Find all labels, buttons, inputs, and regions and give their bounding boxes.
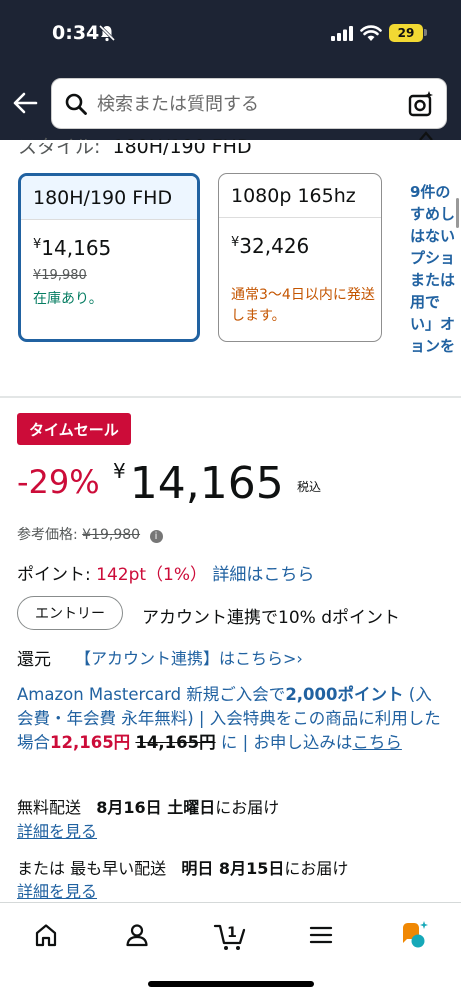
free-delivery: 無料配送 8月16日 土曜日にお届け xyxy=(17,794,279,818)
camera-search-icon[interactable] xyxy=(407,90,435,118)
price-value: 14,165 xyxy=(129,458,284,509)
fastest-delivery: または 最も早い配送 明日 8月15日にお届け xyxy=(17,855,348,879)
free-delivery-label: 無料配送 xyxy=(17,798,82,817)
battery-tip xyxy=(424,29,427,36)
fastest-delivery-suffix: にお届け xyxy=(284,859,349,878)
style-option-price-value: 32,426 xyxy=(239,234,310,258)
home-indicator xyxy=(148,981,314,987)
tab-home[interactable] xyxy=(28,917,64,953)
style-option-price-value: 14,165 xyxy=(41,236,112,260)
mastercard-text-1: Amazon Mastercard 新規ご入会で xyxy=(17,685,286,704)
delivery-detail-link[interactable]: 詳細を見る xyxy=(17,818,97,842)
ai-assistant-icon xyxy=(403,921,428,948)
points-row: ポイント: 142pt（1%） 詳細はこちら xyxy=(17,560,314,585)
style-option-180h-190-fhd[interactable]: 180H/190 FHD ¥14,165 ¥19,980 在庫あり。 xyxy=(18,173,200,342)
hamburger-menu-icon xyxy=(309,926,333,944)
mastercard-apply-link[interactable]: こちら xyxy=(352,733,402,752)
horizontal-scroll-indicator xyxy=(456,198,459,228)
entry-description: アカウント連携で10% dポイント xyxy=(142,608,400,628)
mastercard-discounted-price: 12,165円 xyxy=(50,733,131,752)
mastercard-original-price: 14,165円 xyxy=(135,733,216,752)
signal-icon xyxy=(331,26,353,41)
person-icon xyxy=(126,924,148,947)
tab-menu[interactable] xyxy=(303,917,339,953)
style-option-shipping: 通常3～4日以内に発送します。 xyxy=(231,287,375,324)
tax-label: 税込 xyxy=(297,480,322,494)
style-option-price: ¥14,165 xyxy=(33,236,111,260)
mastercard-text-3: に | お申し込みは xyxy=(215,733,353,752)
style-option-list-price: ¥19,980 xyxy=(33,268,87,283)
search-input[interactable] xyxy=(97,92,397,116)
style-option-title: 1080p 165hz xyxy=(219,174,381,218)
points-label: ポイント: xyxy=(17,565,91,585)
bell-off-icon xyxy=(98,24,116,42)
fastest-delivery-label: または 最も早い配送 xyxy=(17,859,167,878)
app-header: 0:34 29 xyxy=(0,0,461,140)
reference-price: 参考価格: ¥19,980 i xyxy=(17,524,163,544)
tab-account[interactable] xyxy=(119,917,155,953)
points-value: 142pt（1%） xyxy=(96,565,208,585)
style-option-title: 180H/190 FHD xyxy=(21,176,197,220)
cart-count: 1 xyxy=(227,925,237,941)
yen-symbol: ¥ xyxy=(113,459,126,483)
battery-indicator: 29 xyxy=(389,24,423,42)
style-option-1080p-165hz[interactable]: 1080p 165hz ¥32,426 通常3～4日以内に発送します。 xyxy=(218,173,382,342)
home-icon xyxy=(35,924,57,947)
points-detail-link[interactable]: 詳細はこちら xyxy=(212,565,314,585)
status-time: 0:34 xyxy=(52,22,100,44)
discount-percent: -29% xyxy=(17,463,100,501)
entry-button[interactable]: エントリー xyxy=(17,596,123,630)
search-icon xyxy=(65,93,87,115)
tab-rufus-assistant[interactable] xyxy=(396,917,432,953)
style-option-price: ¥32,426 xyxy=(231,234,309,258)
account-link[interactable]: 【アカウント連携】はこちら>› xyxy=(75,645,303,669)
mastercard-promo[interactable]: Amazon Mastercard 新規ご入会で2,000ポイント (入会費・年… xyxy=(17,683,445,755)
mastercard-points: 2,000ポイント xyxy=(285,685,404,704)
deal-badge: タイムセール xyxy=(17,413,131,445)
header-edge xyxy=(0,140,461,143)
search-bar[interactable] xyxy=(51,78,447,129)
fastest-delivery-date: 明日 8月15日 xyxy=(181,859,285,878)
back-arrow-icon[interactable] xyxy=(12,92,38,114)
more-options-link[interactable]: 9件の すめし はない プショ または 用で い」オ ョンを xyxy=(410,181,461,357)
reference-price-label: 参考価格: xyxy=(17,527,78,543)
free-delivery-suffix: にお届け xyxy=(215,798,280,817)
reference-price-value: ¥19,980 xyxy=(82,527,141,543)
price: ¥14,165 xyxy=(113,458,284,509)
style-option-availability: 在庫あり。 xyxy=(33,291,103,307)
wifi-icon xyxy=(360,25,382,41)
section-divider xyxy=(0,396,461,398)
style-label: スタイル: 180H/190 FHD xyxy=(18,132,252,159)
fastest-delivery-detail-link[interactable]: 詳細を見る xyxy=(17,878,97,902)
tab-cart[interactable]: 1 xyxy=(212,917,248,953)
cart-icon: 1 xyxy=(213,924,246,950)
entry-description-continued: 還元 xyxy=(17,650,51,670)
free-delivery-date: 8月16日 土曜日 xyxy=(96,798,216,817)
info-icon[interactable]: i xyxy=(149,530,163,543)
